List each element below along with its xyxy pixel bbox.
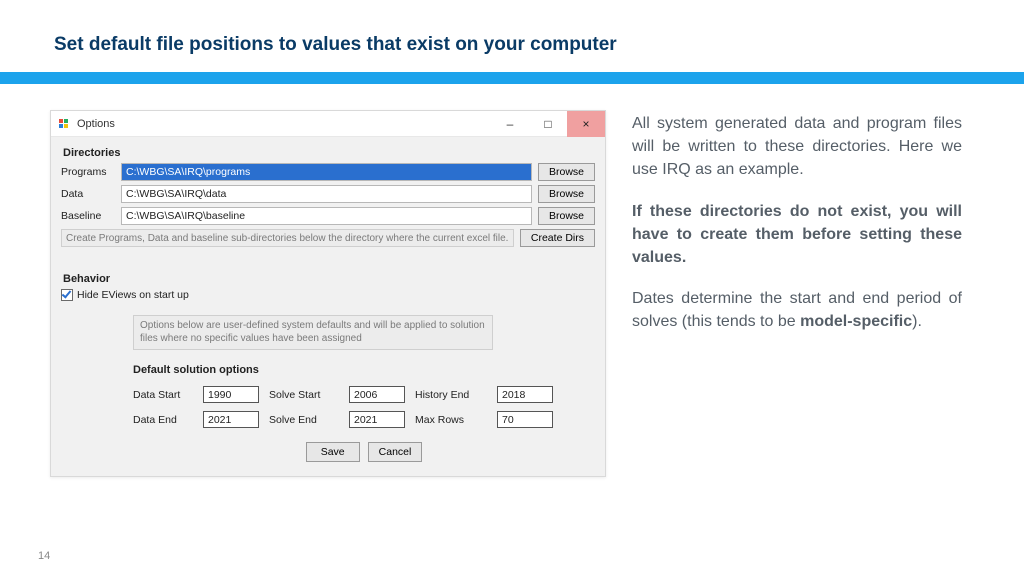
programs-input[interactable]: C:\WBG\SA\IRQ\programs — [121, 163, 532, 181]
data-input[interactable]: C:\WBG\SA\IRQ\data — [121, 185, 532, 203]
baseline-input[interactable]: C:\WBG\SA\IRQ\baseline — [121, 207, 532, 225]
create-dirs-hint: Create Programs, Data and baseline sub-d… — [61, 229, 514, 247]
programs-row: Programs C:\WBG\SA\IRQ\programs Browse — [61, 163, 595, 181]
create-dirs-row: Create Programs, Data and baseline sub-d… — [61, 229, 595, 247]
cancel-button[interactable]: Cancel — [368, 442, 423, 462]
solve-end-input[interactable]: 2021 — [349, 411, 405, 428]
paragraph-2: If these directories do not exist, you w… — [632, 200, 962, 270]
history-end-input[interactable]: 2018 — [497, 386, 553, 403]
solve-start-input[interactable]: 2006 — [349, 386, 405, 403]
divider-bar — [0, 72, 1024, 84]
baseline-row: Baseline C:\WBG\SA\IRQ\baseline Browse — [61, 207, 595, 225]
minimize-button[interactable]: – — [491, 111, 529, 137]
data-start-label: Data Start — [133, 389, 193, 401]
baseline-browse-button[interactable]: Browse — [538, 207, 595, 225]
window-control-buttons: – □ × — [491, 111, 605, 137]
maximize-button[interactable]: □ — [529, 111, 567, 137]
solve-start-label: Solve Start — [269, 389, 339, 401]
options-window: Options – □ × Directories Programs C:\WB… — [50, 110, 606, 477]
content-row: Options – □ × Directories Programs C:\WB… — [0, 84, 1024, 477]
window-title: Options — [77, 118, 491, 130]
hide-eviews-label: Hide EViews on start up — [77, 289, 189, 301]
hide-eviews-row[interactable]: Hide EViews on start up — [61, 289, 595, 301]
explanatory-text: All system generated data and program fi… — [632, 110, 962, 477]
data-browse-button[interactable]: Browse — [538, 185, 595, 203]
data-row: Data C:\WBG\SA\IRQ\data Browse — [61, 185, 595, 203]
close-button[interactable]: × — [567, 111, 605, 137]
data-start-input[interactable]: 1990 — [203, 386, 259, 403]
paragraph-1: All system generated data and program fi… — [632, 112, 962, 182]
data-label: Data — [61, 188, 115, 200]
solve-end-label: Solve End — [269, 414, 339, 426]
baseline-label: Baseline — [61, 210, 115, 222]
hide-eviews-checkbox[interactable] — [61, 289, 73, 301]
programs-label: Programs — [61, 166, 115, 178]
programs-browse-button[interactable]: Browse — [538, 163, 595, 181]
default-solution-options: Default solution options Data Start 1990… — [133, 364, 595, 466]
defaults-grid: Data Start 1990 Solve Start 2006 History… — [133, 386, 595, 428]
page-number: 14 — [38, 550, 50, 562]
directories-header: Directories — [63, 147, 595, 159]
save-cancel-row: Save Cancel — [133, 442, 595, 462]
paragraph-3: Dates determine the start and end period… — [632, 287, 962, 333]
create-dirs-button[interactable]: Create Dirs — [520, 229, 595, 247]
titlebar: Options – □ × — [51, 111, 605, 137]
history-end-label: History End — [415, 389, 487, 401]
max-rows-label: Max Rows — [415, 414, 487, 426]
app-icon — [57, 117, 71, 131]
behavior-section: Behavior Hide EViews on start up Options… — [61, 273, 595, 466]
behavior-header: Behavior — [63, 273, 595, 285]
window-body: Directories Programs C:\WBG\SA\IRQ\progr… — [51, 137, 605, 476]
defaults-header: Default solution options — [133, 364, 595, 376]
save-button[interactable]: Save — [306, 442, 360, 462]
defaults-note: Options below are user-defined system de… — [133, 315, 493, 350]
slide-title: Set default file positions to values tha… — [0, 0, 1024, 56]
data-end-label: Data End — [133, 414, 193, 426]
data-end-input[interactable]: 2021 — [203, 411, 259, 428]
max-rows-input[interactable]: 70 — [497, 411, 553, 428]
